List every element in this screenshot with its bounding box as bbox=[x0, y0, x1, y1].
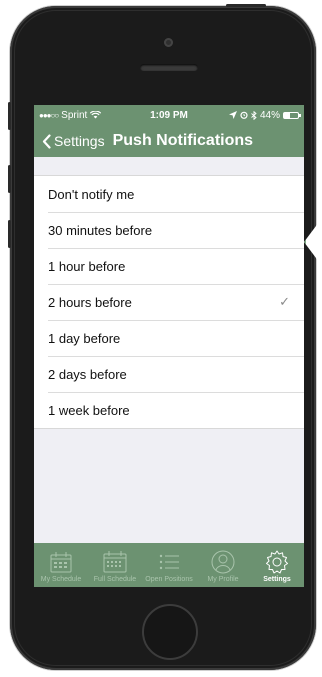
list-item[interactable]: 2 hours before ✓ bbox=[34, 284, 304, 320]
person-icon bbox=[210, 549, 236, 575]
option-label: Don't notify me bbox=[48, 186, 135, 202]
mute-switch bbox=[8, 102, 11, 130]
tab-bar: My Schedule Full Schedule Open Positions My… bbox=[34, 543, 304, 587]
tab-my-profile[interactable]: My Profile bbox=[196, 543, 250, 587]
tab-label: My Schedule bbox=[40, 576, 82, 583]
power-button bbox=[226, 4, 266, 7]
tab-label: Settings bbox=[263, 576, 291, 583]
option-label: 1 day before bbox=[48, 330, 121, 346]
app-screen: ●●●○○ Sprint 1:09 PM 44% Settings Push N… bbox=[34, 105, 304, 587]
battery-fill bbox=[284, 112, 291, 118]
carrier-name: Sprint bbox=[61, 109, 88, 121]
gear-icon bbox=[264, 549, 290, 575]
checkmark-icon: ✓ bbox=[279, 294, 290, 309]
bluetooth-icon bbox=[251, 110, 257, 120]
home-button[interactable] bbox=[142, 604, 198, 660]
list-item[interactable]: 2 days before bbox=[34, 356, 304, 392]
battery-icon bbox=[283, 111, 301, 119]
calendar-icon bbox=[48, 549, 74, 575]
navigation-bar: Settings Push Notifications bbox=[34, 125, 304, 157]
tab-open-positions[interactable]: Open Positions bbox=[142, 543, 196, 587]
status-bar: ●●●○○ Sprint 1:09 PM 44% bbox=[34, 105, 304, 125]
earpiece-speaker bbox=[140, 64, 198, 71]
chevron-left-icon bbox=[42, 133, 51, 149]
front-camera bbox=[164, 38, 173, 47]
option-label: 1 hour before bbox=[48, 258, 126, 274]
tab-full-schedule[interactable]: Full Schedule bbox=[88, 543, 142, 587]
tab-settings[interactable]: Settings bbox=[250, 543, 304, 587]
tab-label: Open Positions bbox=[145, 576, 193, 583]
list-item[interactable]: 1 week before bbox=[34, 392, 304, 428]
option-label: 30 minutes before bbox=[48, 222, 153, 238]
notification-options-list: Don't notify me 30 minutes before 1 hour b… bbox=[34, 175, 304, 429]
tab-label: Full Schedule bbox=[93, 576, 137, 583]
list-item[interactable]: 30 minutes before bbox=[34, 212, 304, 248]
page-title: Push Notifications bbox=[112, 132, 254, 149]
list-item[interactable]: 1 day before bbox=[34, 320, 304, 356]
option-label: 1 week before bbox=[48, 402, 130, 418]
back-button[interactable]: Settings bbox=[42, 133, 105, 149]
option-label: 2 hours before bbox=[48, 294, 132, 310]
tab-my-schedule[interactable]: My Schedule bbox=[34, 543, 88, 587]
wifi-icon bbox=[90, 111, 102, 119]
calendar-grid-icon bbox=[102, 549, 128, 575]
list-item[interactable]: Don't notify me bbox=[34, 176, 304, 212]
list-item[interactable]: 1 hour before bbox=[34, 248, 304, 284]
volume-down-button bbox=[8, 220, 11, 248]
location-arrow-icon bbox=[228, 111, 237, 119]
tab-label: My Profile bbox=[207, 576, 239, 583]
volume-up-button bbox=[8, 165, 11, 193]
battery-percent: 44% bbox=[259, 109, 280, 121]
alarm-icon bbox=[240, 111, 248, 119]
signal-dots-icon: ●●●○○ bbox=[39, 110, 59, 120]
option-label: 2 days before bbox=[48, 366, 127, 382]
back-button-label: Settings bbox=[54, 133, 105, 149]
list-icon bbox=[156, 549, 182, 575]
